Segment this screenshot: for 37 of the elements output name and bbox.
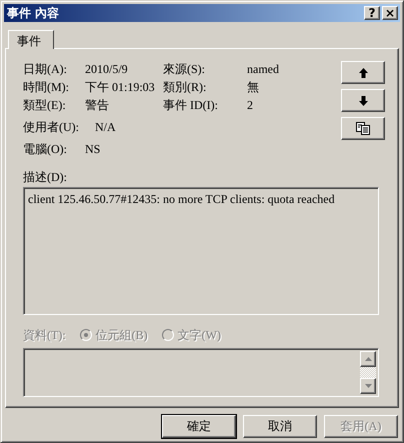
field-value: 2010/5/9 xyxy=(85,61,129,77)
window-title: 事件 內容 xyxy=(7,4,60,22)
field-value: 無 xyxy=(246,79,260,95)
field-label: 事件 ID(I): xyxy=(163,97,219,113)
copy-icon xyxy=(356,122,370,135)
description-label: 描述(D): xyxy=(23,169,68,185)
previous-button[interactable] xyxy=(341,61,385,84)
next-button[interactable] xyxy=(341,89,385,112)
help-button[interactable]: ? xyxy=(364,6,380,20)
data-field[interactable] xyxy=(23,348,379,397)
field-label: 來源(S): xyxy=(163,61,206,77)
field-label: 日期(A): xyxy=(23,61,68,77)
field-value: 警告 xyxy=(85,97,110,113)
field-value: named xyxy=(246,61,279,77)
field-value: NS xyxy=(85,141,102,157)
cancel-button[interactable]: 取消 xyxy=(243,415,317,438)
copy-button[interactable] xyxy=(341,117,385,140)
field-label: 電腦(O): xyxy=(23,141,68,157)
radio-label: 位元組(B) xyxy=(96,326,148,344)
field-label: 時間(M): xyxy=(23,79,70,95)
ok-button[interactable]: 確定 xyxy=(162,415,236,438)
field-value: N/A xyxy=(94,119,117,135)
data-label: 資料(T): xyxy=(23,326,66,344)
field-value: 下午 01:19:03 xyxy=(85,79,156,95)
down-arrow-icon xyxy=(358,96,368,106)
scroll-down-icon xyxy=(364,384,372,388)
field-label: 使用者(U): xyxy=(23,119,80,135)
tab[interactable]: 事件 xyxy=(8,30,54,49)
up-arrow-icon xyxy=(358,68,368,78)
field-label: 類別(R): xyxy=(163,79,208,95)
field-label: 類型(E): xyxy=(23,97,67,113)
description-field[interactable]: client 125.46.50.77#12435: no more TCP clients: quota reached xyxy=(23,187,379,315)
radio-label: 文字(W) xyxy=(178,326,221,344)
close-button[interactable]: × xyxy=(382,6,398,20)
field-value: 2 xyxy=(246,97,254,113)
scroll-up-icon xyxy=(364,356,372,361)
scrollbar[interactable] xyxy=(360,350,376,394)
